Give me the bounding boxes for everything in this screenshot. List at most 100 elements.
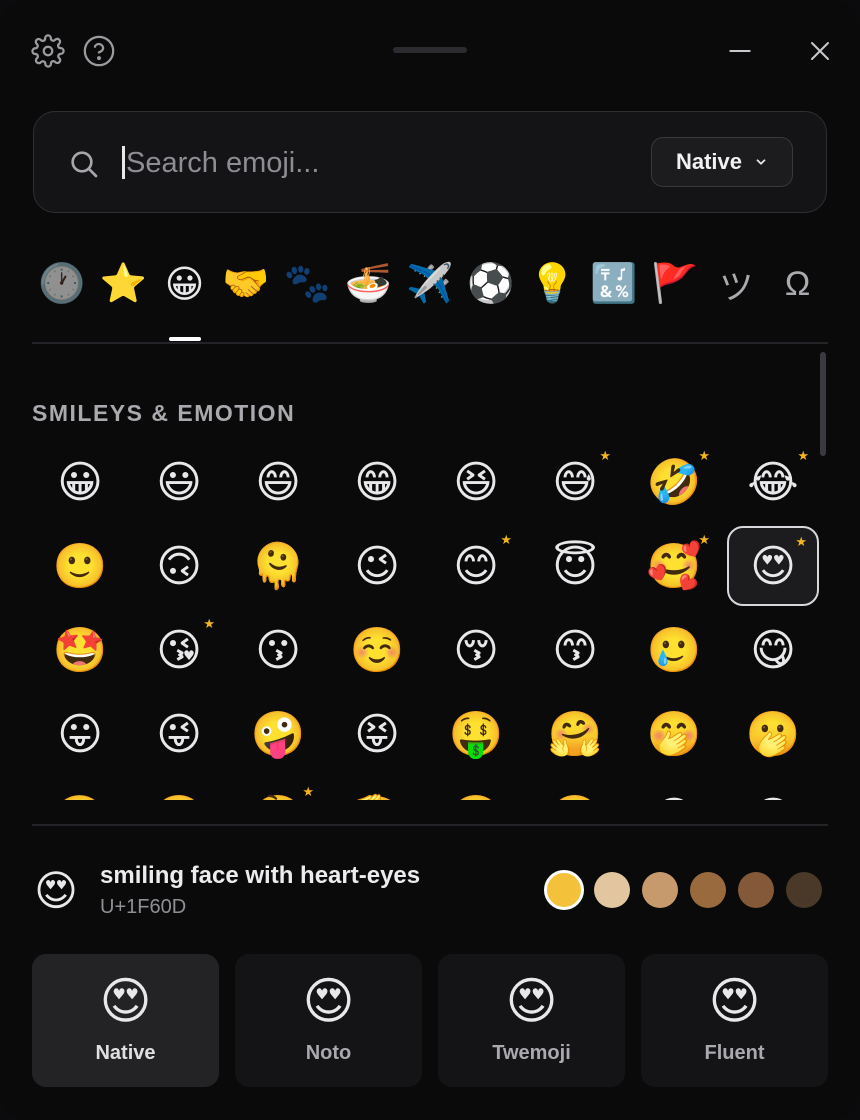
- emoji-cell[interactable]: 🫢: [727, 694, 819, 774]
- emoji-cell[interactable]: 😁: [331, 442, 423, 522]
- emoji-cell[interactable]: ☺️: [331, 610, 423, 690]
- emoji-cell[interactable]: 🤣 ★: [628, 442, 720, 522]
- close-button[interactable]: [801, 32, 839, 70]
- emoji-cell[interactable]: 😙: [529, 610, 621, 690]
- tab-recent-glyph: 🕐: [38, 263, 86, 305]
- emoji-cell[interactable]: 🤪: [232, 694, 324, 774]
- tab-recent[interactable]: 🕐: [34, 256, 90, 312]
- tab-travel[interactable]: ✈️: [402, 256, 458, 312]
- emoji-cell[interactable]: 😍 ★: [727, 526, 819, 606]
- emoji-cell[interactable]: 😘 ★: [133, 610, 225, 690]
- emoji-cell[interactable]: 🤨: [529, 778, 621, 800]
- emoji-cell[interactable]: 🫣: [34, 778, 126, 800]
- tab-animals[interactable]: 🐾: [279, 256, 335, 312]
- emoji-glyph: 🤩: [52, 626, 108, 675]
- tab-smileys[interactable]: 😀: [157, 256, 213, 312]
- settings-button[interactable]: [29, 32, 67, 70]
- drag-handle[interactable]: [393, 47, 467, 53]
- emoji-glyph: 😇: [552, 541, 598, 591]
- skin-tone-swatch[interactable]: [594, 872, 630, 908]
- emoji-cell[interactable]: 🤐: [430, 778, 522, 800]
- emoji-cell[interactable]: 🥲: [628, 610, 720, 690]
- emoji-cell[interactable]: 😗: [232, 610, 324, 690]
- tab-symbol-letters[interactable]: Ω: [770, 256, 826, 312]
- emoji-cell[interactable]: 😃: [133, 442, 225, 522]
- emoji-cell[interactable]: 😑: [727, 778, 819, 801]
- style-label: Noto: [305, 1042, 352, 1064]
- tab-symbols[interactable]: 🔣: [586, 256, 642, 312]
- favorite-star-icon: ★: [698, 448, 710, 463]
- emoji-cell[interactable]: 😚: [430, 610, 522, 690]
- emoji-cell[interactable]: 😂 ★: [727, 442, 819, 522]
- favorite-star-icon: ★: [599, 448, 611, 463]
- emoji-glyph: 🫢: [745, 710, 801, 759]
- favorite-star-icon: ★: [797, 448, 809, 463]
- style-option-noto[interactable]: 😍 Noto: [235, 954, 422, 1087]
- scrollbar-thumb[interactable]: [820, 352, 826, 456]
- emoji-cell[interactable]: 🤩: [34, 610, 126, 690]
- emoji-glyph: 🫣: [53, 792, 108, 800]
- skin-tone-swatch[interactable]: [738, 872, 774, 908]
- tab-people[interactable]: 🤝: [218, 256, 274, 312]
- skin-tone-swatch[interactable]: [642, 872, 678, 908]
- divider: [32, 824, 828, 826]
- emoji-glyph: 🙃: [156, 541, 202, 591]
- emoji-cell[interactable]: 🤔★: [232, 778, 324, 800]
- style-option-twemoji[interactable]: 😍 Twemoji: [438, 954, 625, 1087]
- emoji-cell[interactable]: 😜: [133, 694, 225, 774]
- minimize-icon: [729, 50, 751, 52]
- minimize-button[interactable]: [721, 32, 759, 70]
- emoji-glyph: 🤗: [547, 710, 603, 759]
- emoji-cell[interactable]: 🤭: [628, 694, 720, 774]
- emoji-cell[interactable]: 😉: [331, 526, 423, 606]
- tab-favorites[interactable]: ⭐: [95, 256, 151, 312]
- emoji-cell[interactable]: 🤑: [430, 694, 522, 774]
- emoji-cell[interactable]: 😊 ★: [430, 526, 522, 606]
- emoji-cell[interactable]: 🫠: [232, 526, 324, 606]
- style-label: Twemoji: [492, 1042, 571, 1064]
- emoji-cell[interactable]: 🥰 ★: [628, 526, 720, 606]
- emoji-cell[interactable]: 🙃: [133, 526, 225, 606]
- emoji-glyph: 🤨: [548, 792, 603, 800]
- tab-travel-glyph: ✈️: [406, 263, 454, 305]
- skin-tone-swatch[interactable]: [690, 872, 726, 908]
- skin-tone-swatch[interactable]: [544, 870, 584, 910]
- tab-activities-glyph: ⚽: [467, 263, 515, 305]
- help-button[interactable]: [80, 32, 118, 70]
- tab-food[interactable]: 🍜: [341, 256, 397, 312]
- favorite-star-icon: ★: [302, 784, 314, 799]
- emoji-cell[interactable]: 😆: [430, 442, 522, 522]
- style-label: Native: [95, 1042, 156, 1064]
- search-input[interactable]: [126, 136, 646, 190]
- emoji-cell[interactable]: 🙂: [34, 526, 126, 606]
- tab-flags[interactable]: 🚩: [647, 256, 703, 312]
- emoji-cell[interactable]: 🫡: [331, 778, 423, 800]
- emoji-cell[interactable]: 😄: [232, 442, 324, 522]
- emoji-cell[interactable]: 😐: [628, 778, 720, 801]
- tab-objects[interactable]: 💡: [524, 256, 580, 312]
- skin-tone-swatch[interactable]: [786, 872, 822, 908]
- style-option-native[interactable]: 😍 Native: [32, 954, 219, 1087]
- style-option-fluent[interactable]: 😍 Fluent: [641, 954, 828, 1087]
- source-select[interactable]: Native: [651, 137, 793, 187]
- emoji-cell[interactable]: 😛: [34, 694, 126, 774]
- gear-icon: [31, 34, 65, 68]
- emoji-cell[interactable]: 😝: [331, 694, 423, 774]
- emoji-glyph: 😚: [453, 625, 499, 675]
- emoji-cell[interactable]: 😋: [727, 610, 819, 690]
- tab-kaomoji[interactable]: ツ: [708, 256, 764, 312]
- emoji-grid[interactable]: SMILEYS & EMOTION 😀 😃 😄 😁 😆 😅 ★ 🤣 ★ 😂 ★ 🙂 🙃 🫠 😉 😊 ★ 😇 🥰 ★ 😍 ★…: [32, 348, 828, 800]
- preview-code: U+1F60D: [100, 896, 187, 918]
- emoji-glyph: 🤔: [251, 792, 306, 800]
- emoji-glyph: 😍: [750, 541, 796, 591]
- tab-animals-glyph: 🐾: [283, 263, 331, 305]
- tab-flags-glyph: 🚩: [651, 263, 699, 305]
- search-icon: [71, 151, 98, 178]
- active-tab-indicator: [169, 337, 201, 341]
- emoji-cell[interactable]: 🤗: [529, 694, 621, 774]
- emoji-cell[interactable]: 🤫: [133, 778, 225, 800]
- emoji-cell[interactable]: 😅 ★: [529, 442, 621, 522]
- emoji-cell[interactable]: 😀: [34, 442, 126, 522]
- tab-activities[interactable]: ⚽: [463, 256, 519, 312]
- emoji-cell[interactable]: 😇: [529, 526, 621, 606]
